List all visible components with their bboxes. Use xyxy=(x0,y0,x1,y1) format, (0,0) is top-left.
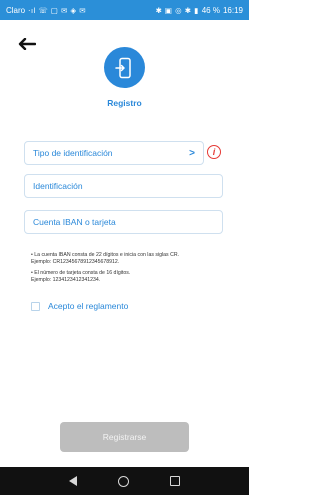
clock-time: 16:19 xyxy=(222,5,243,15)
nav-home-icon[interactable] xyxy=(117,475,129,487)
page-title: Registro xyxy=(107,98,142,108)
phone-login-icon xyxy=(114,57,131,78)
identification-field[interactable]: Identificación xyxy=(24,174,223,198)
iban-note: • La cuenta IBAN consta de 22 dígitos e … xyxy=(31,252,231,266)
terms-row[interactable]: Acepto el reglamento xyxy=(31,301,128,311)
iban-label: Cuenta IBAN o tarjeta xyxy=(33,217,116,227)
iban-field[interactable]: Cuenta IBAN o tarjeta xyxy=(24,210,223,234)
back-button[interactable] xyxy=(16,36,38,52)
terms-label[interactable]: Acepto el reglamento xyxy=(48,301,128,311)
id-type-label: Tipo de identificación xyxy=(33,148,113,158)
carrier-label: Claro xyxy=(6,5,26,15)
app-logo xyxy=(104,47,145,88)
nav-recents-icon[interactable] xyxy=(170,476,181,486)
id-type-select[interactable]: Tipo de identificación > xyxy=(24,141,204,165)
info-icon[interactable]: i xyxy=(207,145,221,159)
navigation-bar xyxy=(0,467,249,495)
chevron-right-icon: > xyxy=(189,147,195,159)
iban-note-line-1: • La cuenta IBAN consta de 22 dígitos e … xyxy=(31,252,180,258)
battery-label: 46 % xyxy=(201,5,220,15)
arrow-left-icon xyxy=(18,38,36,50)
iban-note-line-2: Ejemplo: CR12345678912345678912. xyxy=(31,259,120,265)
card-note-line-1: • El número de tarjeta consta de 16 dígi… xyxy=(31,270,131,276)
card-note-line-2: Ejemplo: 1234123412341234. xyxy=(31,277,101,283)
status-left-icons: ⋅ıl ☏ ▢ ✉ ◈ ✉ xyxy=(28,5,86,15)
status-right-icons: ✱ ▣ ◎ ✱ ▮ xyxy=(155,5,199,15)
identification-label: Identificación xyxy=(33,181,83,191)
status-left: Claro ⋅ıl ☏ ▢ ✉ ◈ ✉ xyxy=(6,6,86,15)
status-bar: Claro ⋅ıl ☏ ▢ ✉ ◈ ✉ ✱ ▣ ◎ ✱ ▮ 46 % 16:19 xyxy=(0,0,249,20)
terms-checkbox[interactable] xyxy=(31,301,40,311)
card-note: • El número de tarjeta consta de 16 dígi… xyxy=(31,270,231,284)
nav-back-icon[interactable] xyxy=(68,476,77,486)
register-button[interactable]: Registrarse xyxy=(60,422,189,452)
status-right: ✱ ▣ ◎ ✱ ▮ 46 % 16:19 xyxy=(156,6,243,15)
